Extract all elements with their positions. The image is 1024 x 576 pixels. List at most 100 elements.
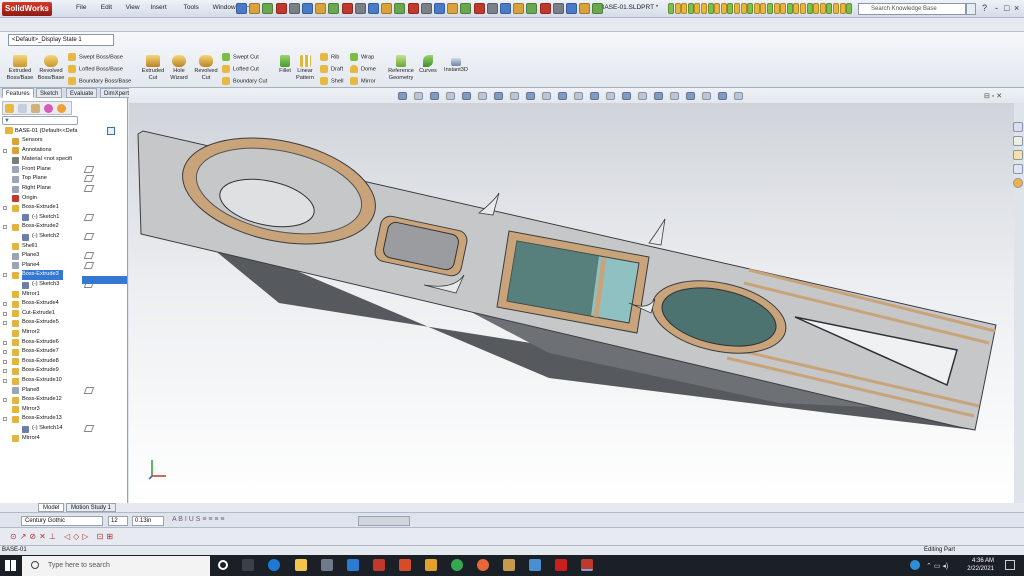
search-input[interactable]: Search Knowledge Base [858, 3, 966, 15]
appearance-tool-icon[interactable] [793, 3, 800, 14]
app-icon-1[interactable] [399, 559, 411, 571]
view-tool-icon[interactable] [670, 92, 679, 100]
tab-sketch[interactable]: Sketch [36, 88, 63, 98]
hole-wizard-button[interactable]: Hole Wizard [167, 55, 191, 82]
visibility-icon[interactable] [83, 425, 95, 432]
acrobat-icon[interactable] [555, 559, 567, 571]
app-icon-3[interactable] [503, 559, 515, 571]
tree-item[interactable]: Sensors [0, 136, 128, 146]
tree-item[interactable]: Boss-Extrude2 [0, 222, 128, 232]
revolved-boss-button[interactable]: Revolved Boss/Base [35, 55, 67, 82]
tree-item[interactable]: Mirror3 [0, 405, 128, 415]
tab-evaluate[interactable]: Evaluate [66, 88, 98, 98]
tree-item[interactable]: (-) Sketch14 [0, 424, 128, 434]
quick-tool-icon[interactable] [328, 3, 340, 14]
mirror-button[interactable]: Mirror [350, 77, 376, 85]
appearance-tool-icon[interactable] [674, 3, 681, 14]
tree-item[interactable]: Material <not specifi [0, 155, 128, 165]
extruded-boss-button[interactable]: Extruded Boss/Base [5, 55, 35, 82]
configuration-manager-icon[interactable] [31, 104, 40, 113]
dome-button[interactable]: Dome [350, 65, 376, 73]
view-tool-icon[interactable] [510, 92, 519, 100]
view-tool-icon[interactable] [446, 92, 455, 100]
quick-tool-icon[interactable] [552, 3, 564, 14]
viewport-window-controls[interactable]: ⊟ ▫ ✕ [984, 92, 1002, 100]
file-explorer-icon[interactable] [1013, 150, 1023, 160]
quick-tool-icon[interactable] [420, 3, 432, 14]
app-icon-2[interactable] [425, 559, 437, 571]
appearance-tool-icon[interactable] [694, 3, 701, 14]
expand-toggle-icon[interactable] [3, 398, 7, 403]
instant3d-button[interactable]: Instant3D [442, 58, 470, 74]
quick-tool-icon[interactable] [579, 3, 591, 14]
menu-item-edit[interactable]: Edit [101, 4, 112, 11]
tree-item[interactable]: (-) Sketch2 [0, 232, 128, 242]
quick-tool-icon[interactable] [473, 3, 485, 14]
view-palette-icon[interactable] [1013, 164, 1023, 174]
chrome-icon[interactable] [451, 559, 463, 571]
tree-item[interactable]: Boss-Extrude4 [0, 299, 128, 309]
view-tool-icon[interactable] [478, 92, 487, 100]
minimize-button[interactable]: - [995, 3, 998, 13]
layer-select[interactable] [358, 516, 410, 526]
format-buttons[interactable]: A B I U S ≡ ≡ ≡ ≡ [172, 516, 225, 523]
revolved-cut-button[interactable]: Revolved Cut [192, 55, 220, 82]
help-button[interactable]: ? [982, 3, 987, 13]
appearance-tool-icon[interactable] [753, 3, 760, 14]
solidworks-taskbar-icon[interactable] [373, 559, 385, 571]
tree-item[interactable]: Cut-Extrude1 [0, 309, 128, 319]
expand-toggle-icon[interactable] [3, 148, 7, 153]
appearance-tool-icon[interactable] [767, 3, 773, 14]
resources-icon[interactable] [1013, 122, 1023, 132]
menu-item-file[interactable]: File [76, 4, 86, 11]
menu-item-insert[interactable]: Insert [150, 4, 166, 11]
appearance-tool-icon[interactable] [714, 3, 721, 14]
windows-start-icon[interactable] [5, 560, 16, 571]
appearance-tool-icon[interactable] [668, 3, 674, 14]
expand-toggle-icon[interactable] [3, 311, 7, 316]
expand-toggle-icon[interactable] [3, 206, 7, 211]
tree-item[interactable]: Annotations [0, 146, 128, 156]
tree-item[interactable]: Plane3 [0, 251, 128, 261]
appearance-tool-icon[interactable] [760, 3, 767, 14]
view-tool-icon[interactable] [430, 92, 439, 100]
quick-tool-icon[interactable] [394, 3, 406, 14]
expand-toggle-icon[interactable] [3, 302, 7, 307]
quick-tool-icon[interactable] [354, 3, 366, 14]
expand-toggle-icon[interactable] [3, 417, 7, 422]
system-tray-icons[interactable]: ⌃ ▭ ◂) [926, 562, 948, 570]
quick-tool-icon[interactable] [275, 3, 287, 14]
tree-item[interactable]: Boss-Extrude7 [0, 347, 128, 357]
cortana-icon[interactable] [218, 560, 228, 570]
view-tool-icon[interactable] [398, 92, 407, 100]
feature-manager-icon[interactable] [5, 104, 14, 113]
quick-tool-icon[interactable] [486, 3, 498, 14]
quick-tool-icon[interactable] [434, 3, 445, 14]
expand-toggle-icon[interactable] [3, 321, 7, 326]
appearance-tool-icon[interactable] [681, 3, 688, 14]
quick-tool-icon[interactable] [236, 3, 247, 14]
wrap-button[interactable]: Wrap [350, 53, 374, 61]
view-tool-icon[interactable] [686, 92, 695, 100]
quick-tool-icon[interactable] [539, 3, 551, 14]
menu-item-view[interactable]: View [126, 4, 140, 11]
expand-toggle-icon[interactable] [3, 340, 7, 345]
quick-tool-icon[interactable] [592, 3, 604, 14]
appearances-icon[interactable] [1013, 178, 1023, 188]
view-tool-icon[interactable] [526, 92, 535, 100]
tree-item[interactable]: Top Plane [0, 174, 128, 184]
view-tool-icon[interactable] [414, 92, 423, 100]
edge-icon[interactable] [268, 559, 280, 571]
quick-tool-icon[interactable] [302, 3, 313, 14]
tree-root[interactable]: BASE-01 (Default<<Defa [2, 126, 128, 136]
boundary-boss-button[interactable]: Boundary Boss/Base [68, 77, 131, 85]
tree-item[interactable]: Front Plane [0, 165, 128, 175]
task-view-icon[interactable] [242, 559, 254, 571]
tree-item[interactable]: Boss-Extrude5 [0, 318, 128, 328]
lofted-cut-button[interactable]: Lofted Cut [222, 65, 259, 73]
tree-item[interactable]: Mirror1 [0, 290, 128, 300]
appearance-tool-icon[interactable] [846, 3, 853, 14]
extruded-cut-button[interactable]: Extruded Cut [140, 55, 166, 82]
lofted-boss-button[interactable]: Lofted Boss/Base [68, 65, 123, 73]
visibility-icon[interactable] [83, 252, 95, 260]
